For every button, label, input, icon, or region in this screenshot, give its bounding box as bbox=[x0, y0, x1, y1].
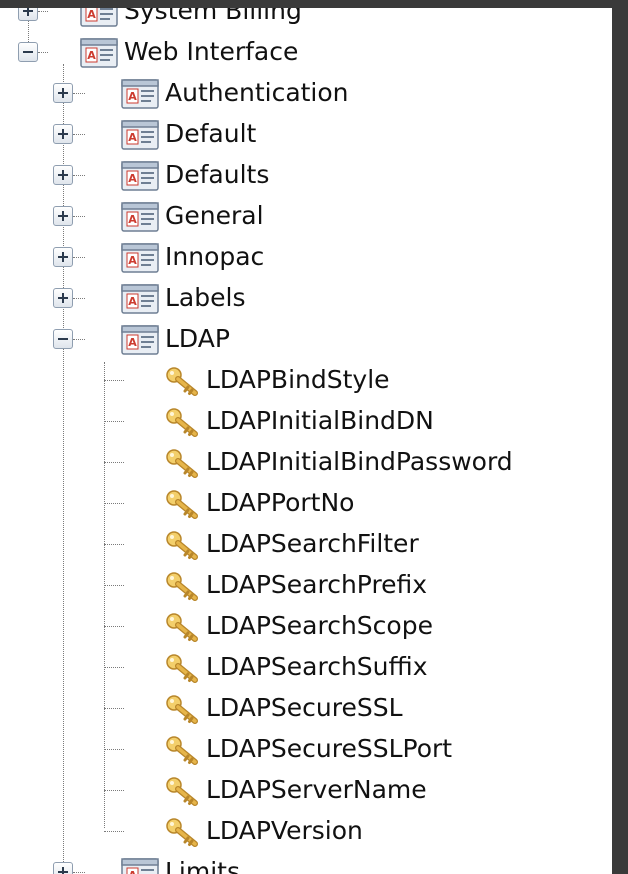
tree-leaf-ldapinitialbinddn[interactable]: LDAPInitialBindDN bbox=[206, 403, 434, 439]
tree-node-labels[interactable]: Labels bbox=[165, 280, 245, 316]
tree-connector-horizontal bbox=[104, 503, 124, 504]
tree-connector-horizontal bbox=[104, 667, 124, 668]
svg-text:A: A bbox=[87, 49, 96, 62]
tree-connector-horizontal bbox=[104, 544, 124, 545]
tree-connector-horizontal bbox=[73, 216, 85, 217]
config-tree-panel: A A System Billing A bbox=[0, 8, 612, 874]
tree-node-web-interface[interactable]: Web Interface bbox=[124, 34, 298, 70]
key-icon bbox=[165, 407, 199, 437]
key-icon bbox=[165, 366, 199, 396]
tree-connector-horizontal bbox=[73, 93, 85, 94]
tree-connector-horizontal bbox=[104, 708, 124, 709]
tree-node-authentication[interactable]: Authentication bbox=[165, 75, 349, 111]
key-icon bbox=[165, 530, 199, 560]
tree-node-general[interactable]: General bbox=[165, 198, 264, 234]
config-section-icon: A bbox=[80, 8, 118, 27]
key-icon bbox=[165, 571, 199, 601]
tree-node-general-expand-icon[interactable] bbox=[53, 206, 73, 226]
tree-node-labels-expand-icon[interactable] bbox=[53, 288, 73, 308]
config-section-icon: A bbox=[121, 77, 159, 109]
tree-node-innopac[interactable]: Innopac bbox=[165, 239, 264, 275]
config-section-icon: A bbox=[121, 118, 159, 150]
tree-leaf-ldapsecuressl[interactable]: LDAPSecureSSL bbox=[206, 690, 403, 726]
config-section-icon: A bbox=[121, 200, 159, 232]
tree-connector-horizontal bbox=[73, 257, 85, 258]
tree-node-defaults-expand-icon[interactable] bbox=[53, 165, 73, 185]
svg-text:A: A bbox=[128, 213, 137, 226]
tree-node-limits-expand-icon[interactable] bbox=[53, 862, 73, 874]
tree-node-default-expand-icon[interactable] bbox=[53, 124, 73, 144]
tree-connector-horizontal bbox=[104, 790, 124, 791]
tree-connector-horizontal bbox=[104, 421, 124, 422]
key-icon bbox=[165, 448, 199, 478]
tree-leaf-ldapservername[interactable]: LDAPServerName bbox=[206, 772, 427, 808]
tree-leaf-ldapversion[interactable]: LDAPVersion bbox=[206, 813, 363, 849]
tree-leaf-ldapportno[interactable]: LDAPPortNo bbox=[206, 485, 354, 521]
svg-text:A: A bbox=[128, 172, 137, 185]
config-section-icon: A bbox=[121, 282, 159, 314]
tree-connector-vertical bbox=[63, 64, 64, 874]
svg-text:A: A bbox=[128, 90, 137, 103]
tree-connector-horizontal bbox=[73, 298, 85, 299]
tree-node-authentication-expand-icon[interactable] bbox=[53, 83, 73, 103]
tree-connector-horizontal bbox=[104, 749, 124, 750]
key-icon bbox=[165, 694, 199, 724]
tree-connector-horizontal bbox=[104, 585, 124, 586]
svg-text:A: A bbox=[87, 8, 96, 21]
tree-connector-horizontal bbox=[104, 462, 124, 463]
tree-node-web-interface-collapse-icon[interactable] bbox=[18, 42, 38, 62]
tree-connector-horizontal bbox=[38, 11, 48, 12]
tree-leaf-ldapsearchsuffix[interactable]: LDAPSearchSuffix bbox=[206, 649, 427, 685]
key-icon bbox=[165, 735, 199, 765]
key-icon bbox=[165, 776, 199, 806]
tree-node-ldap[interactable]: LDAP bbox=[165, 321, 230, 357]
tree-node-defaults[interactable]: Defaults bbox=[165, 157, 269, 193]
key-icon bbox=[165, 489, 199, 519]
svg-text:A: A bbox=[128, 869, 137, 874]
tree-leaf-ldapsearchfilter[interactable]: LDAPSearchFilter bbox=[206, 526, 419, 562]
key-icon bbox=[165, 653, 199, 683]
tree-connector-horizontal bbox=[73, 134, 85, 135]
tree-connector-horizontal bbox=[104, 831, 124, 832]
key-icon bbox=[165, 817, 199, 847]
window-border bbox=[612, 0, 628, 874]
tree-node-default[interactable]: Default bbox=[165, 116, 256, 152]
tree-leaf-ldapsecuresslport[interactable]: LDAPSecureSSLPort bbox=[206, 731, 452, 767]
tree-connector-horizontal bbox=[73, 872, 85, 873]
config-section-icon: A bbox=[121, 159, 159, 191]
svg-text:A: A bbox=[128, 336, 137, 349]
tree-connector-horizontal bbox=[73, 175, 85, 176]
tree-leaf-ldapsearchprefix[interactable]: LDAPSearchPrefix bbox=[206, 567, 427, 603]
config-section-icon: A bbox=[121, 241, 159, 273]
tree-node-ldap-collapse-icon[interactable] bbox=[53, 329, 73, 349]
config-section-icon: A bbox=[121, 856, 159, 874]
tree-connector-vertical bbox=[104, 362, 105, 828]
tree-node-system-billing[interactable]: System Billing bbox=[124, 8, 302, 29]
tree-leaf-ldapinitialbindpassword[interactable]: LDAPInitialBindPassword bbox=[206, 444, 513, 480]
tree-connector-horizontal bbox=[104, 626, 124, 627]
tree-node-limits[interactable]: Limits bbox=[165, 854, 240, 874]
config-section-icon: A bbox=[121, 323, 159, 355]
config-section-icon: A bbox=[80, 36, 118, 68]
svg-text:A: A bbox=[128, 295, 137, 308]
tree-connector-horizontal bbox=[38, 52, 48, 53]
tree-connector-horizontal bbox=[73, 339, 85, 340]
tree-leaf-ldapbindstyle[interactable]: LDAPBindStyle bbox=[206, 362, 390, 398]
tree-connector-horizontal bbox=[104, 380, 124, 381]
config-tree: A A System Billing A bbox=[0, 8, 612, 874]
svg-text:A: A bbox=[128, 131, 137, 144]
key-icon bbox=[165, 612, 199, 642]
tree-node-system-billing-expand-icon[interactable] bbox=[18, 8, 38, 21]
tree-node-innopac-expand-icon[interactable] bbox=[53, 247, 73, 267]
tree-leaf-ldapsearchscope[interactable]: LDAPSearchScope bbox=[206, 608, 433, 644]
svg-text:A: A bbox=[128, 254, 137, 267]
